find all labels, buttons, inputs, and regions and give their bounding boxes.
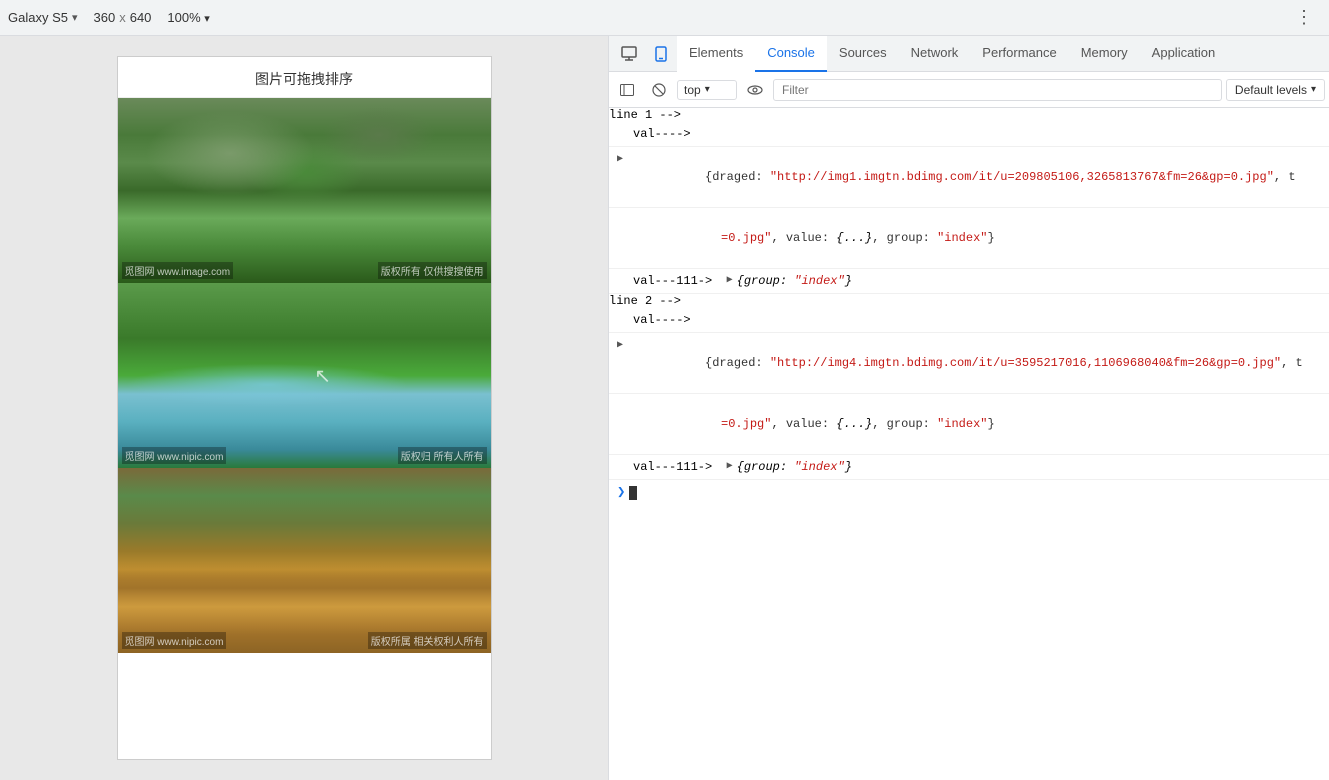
console-output: line 1 --> val----> ▶ {draged: "http://i…: [609, 108, 1329, 780]
watermark-left-3: 觅图网 www.nipic.com: [122, 632, 227, 649]
console-key: , t: [1281, 356, 1303, 370]
console-string-value: =0.jpg": [721, 231, 771, 245]
inspect-icon[interactable]: [613, 36, 645, 72]
tab-network[interactable]: Network: [899, 36, 971, 72]
expand-arrow-icon[interactable]: ▶: [617, 337, 623, 355]
watermark-left-1: 觅图网 www.image.com: [122, 262, 234, 279]
context-value: top: [684, 83, 701, 97]
console-key: }: [988, 417, 995, 431]
mobile-frame: 图片可拖拽排序 觅图网 www.image.com 版权所有 仅供搜搜使用 觅图…: [117, 56, 492, 760]
expand-icon[interactable]: ▶: [727, 458, 733, 476]
tab-memory[interactable]: Memory: [1069, 36, 1140, 72]
watermark-right-3: 版权所属 相关权利人所有: [368, 632, 487, 649]
console-entry: val---->: [609, 122, 1329, 147]
image-3: 觅图网 www.nipic.com 版权所属 相关权利人所有: [118, 468, 491, 653]
image-list: 觅图网 www.image.com 版权所有 仅供搜搜使用 觅图网 www.ni…: [118, 98, 491, 653]
tab-console-label: Console: [767, 45, 815, 60]
console-prompt[interactable]: ❯: [609, 480, 1329, 505]
main-area: 图片可拖拽排序 觅图网 www.image.com 版权所有 仅供搜搜使用 觅图…: [0, 36, 1329, 780]
zoom-chevron: ▾: [204, 13, 210, 25]
console-text: val---111->: [633, 272, 727, 290]
top-toolbar: Galaxy S5 ▾ 360 x 640 100% ▾ ⋮: [0, 0, 1329, 36]
tab-elements-label: Elements: [689, 45, 743, 60]
console-key: , group:: [872, 417, 937, 431]
console-string-value: "http://img4.imgtn.bdimg.com/it/u=359521…: [770, 356, 1281, 370]
height-value: 640: [130, 10, 152, 25]
tab-application[interactable]: Application: [1140, 36, 1228, 72]
tab-performance-label: Performance: [982, 45, 1056, 60]
tab-elements[interactable]: Elements: [677, 36, 755, 72]
levels-label: Default levels: [1235, 83, 1307, 97]
levels-button[interactable]: Default levels ▾: [1226, 79, 1325, 101]
console-string-value: "index": [937, 231, 987, 245]
filter-input[interactable]: [773, 79, 1222, 101]
console-key: {draged:: [705, 170, 770, 184]
image-2: 觅图网 www.nipic.com 版权归 所有人所有 ↖: [118, 283, 491, 468]
watermark-right-1: 版权所有 仅供搜搜使用: [378, 262, 487, 279]
eye-button[interactable]: [741, 76, 769, 104]
list-item[interactable]: 觅图网 www.image.com 版权所有 仅供搜搜使用: [118, 98, 491, 283]
console-obj: {group: "index"}: [737, 272, 852, 290]
console-obj: {...}: [836, 231, 872, 245]
console-string-value: "http://img1.imgtn.bdimg.com/it/u=209805…: [770, 170, 1274, 184]
dimension-display: 360 x 640: [94, 10, 152, 25]
watermark-right-2: 版权归 所有人所有: [398, 447, 487, 464]
device-selector[interactable]: Galaxy S5 ▾: [8, 10, 78, 25]
console-entry[interactable]: val---111-> ▶ {group: "index"}: [609, 455, 1329, 480]
console-text: val---->: [633, 311, 691, 329]
context-selector[interactable]: top ▾: [677, 80, 737, 100]
page-title: 图片可拖拽排序: [118, 57, 491, 98]
console-entry[interactable]: ▶ {draged: "http://img1.imgtn.bdimg.com/…: [609, 147, 1329, 208]
mobile-icon[interactable]: [645, 36, 677, 72]
watermark-left-2: 觅图网 www.nipic.com: [122, 447, 227, 464]
levels-chevron: ▾: [1311, 84, 1316, 95]
tab-memory-label: Memory: [1081, 45, 1128, 60]
console-obj: {group: "index"}: [737, 458, 852, 476]
image-1: 觅图网 www.image.com 版权所有 仅供搜搜使用: [118, 98, 491, 283]
expand-arrow-icon[interactable]: ▶: [617, 151, 623, 169]
console-key: , value:: [771, 417, 836, 431]
console-entry-continuation: =0.jpg", value: {...}, group: "index"}: [609, 208, 1329, 269]
device-chevron: ▾: [72, 11, 78, 24]
console-key: }: [988, 231, 995, 245]
console-entry[interactable]: ▶ {draged: "http://img4.imgtn.bdimg.com/…: [609, 333, 1329, 394]
console-key: , t: [1274, 170, 1296, 184]
viewport-panel: 图片可拖拽排序 觅图网 www.image.com 版权所有 仅供搜搜使用 觅图…: [0, 36, 608, 780]
devtools-panel: Elements Console Sources Network Perform…: [608, 36, 1329, 780]
console-key: , group:: [872, 231, 937, 245]
console-key: {draged:: [705, 356, 770, 370]
context-chevron: ▾: [705, 84, 710, 95]
tab-console[interactable]: Console: [755, 36, 827, 72]
console-text: val---111->: [633, 458, 727, 476]
console-text: val---->: [633, 125, 691, 143]
console-key: , value:: [771, 231, 836, 245]
width-value: 360: [94, 10, 116, 25]
list-item[interactable]: 觅图网 www.nipic.com 版权所属 相关权利人所有: [118, 468, 491, 653]
tab-network-label: Network: [911, 45, 959, 60]
console-string-value: "index": [937, 417, 987, 431]
zoom-display[interactable]: 100% ▾: [167, 10, 209, 25]
devtools-tab-bar: Elements Console Sources Network Perform…: [609, 36, 1329, 72]
console-entry-continuation: =0.jpg", value: {...}, group: "index"}: [609, 394, 1329, 455]
expand-icon[interactable]: ▶: [727, 272, 733, 290]
zoom-value: 100%: [167, 10, 200, 25]
sidebar-toggle-button[interactable]: [613, 76, 641, 104]
clear-console-button[interactable]: [645, 76, 673, 104]
more-options-icon[interactable]: ⋮: [1287, 3, 1321, 32]
tab-sources[interactable]: Sources: [827, 36, 899, 72]
console-entry: val---->: [609, 308, 1329, 333]
tab-sources-label: Sources: [839, 45, 887, 60]
console-obj: {...}: [836, 417, 872, 431]
console-entry[interactable]: val---111-> ▶ {group: "index"}: [609, 269, 1329, 294]
list-item[interactable]: 觅图网 www.nipic.com 版权归 所有人所有 ↖: [118, 283, 491, 468]
console-toolbar: top ▾ Default levels ▾: [609, 72, 1329, 108]
console-cursor[interactable]: [629, 486, 637, 500]
console-string-value: =0.jpg": [721, 417, 771, 431]
device-name: Galaxy S5: [8, 10, 68, 25]
dimension-separator: x: [119, 10, 126, 25]
tab-performance[interactable]: Performance: [970, 36, 1068, 72]
prompt-arrow-icon: ❯: [617, 484, 625, 501]
tab-application-label: Application: [1152, 45, 1216, 60]
